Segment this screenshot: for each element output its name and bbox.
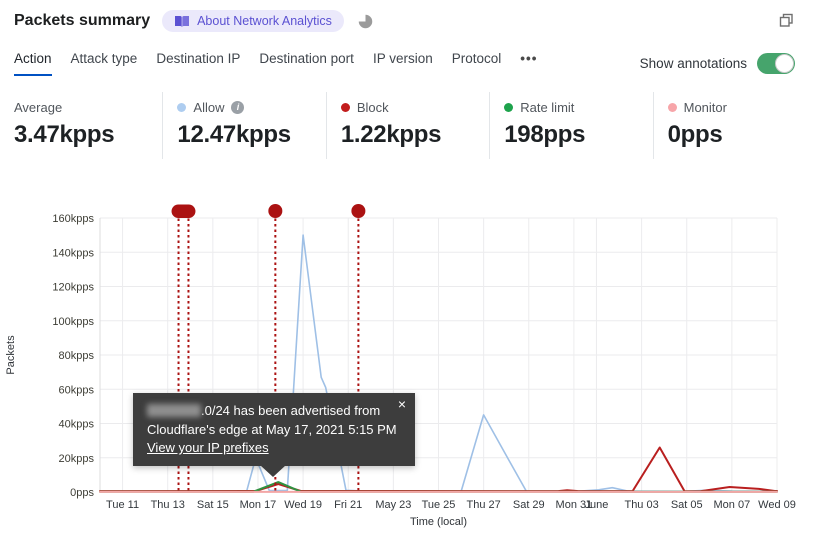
y-tick-label: 0pps [70,487,94,499]
x-tick-label: Wed 19 [284,499,322,511]
stat-value: 0pps [667,121,723,148]
stat-label: Allow [193,99,225,115]
stat-label-row: Monitor [667,98,816,116]
x-tick-label: Thu 13 [151,499,185,511]
show-annotations-toggle[interactable] [757,53,795,74]
x-tick-label: June [585,499,609,511]
tab-action[interactable]: Action [14,51,52,76]
tooltip-caret [260,464,286,477]
expand-icon[interactable] [779,13,794,28]
stats-row: Average 3.47kpps Allow i 12.47kpps Block 1.22k… [0,92,816,159]
stat-allow: Allow i 12.47kpps [162,92,325,159]
about-network-analytics-badge[interactable]: About Network Analytics [162,10,344,32]
toggle-knob [775,54,794,73]
tab-bar: Action Attack type Destination IP Destinati… [14,51,537,76]
rate-limit-legend-dot [504,102,514,112]
view-ip-prefixes-link[interactable]: View your IP prefixes [147,440,269,455]
book-icon [175,15,190,27]
stat-label-row: Average [14,98,162,116]
annotation-marker-dot[interactable] [351,204,366,218]
stat-value: 198pps [504,121,586,148]
x-tick-label: Mon 17 [240,499,277,511]
header: Packets summary About Network Analytics [14,10,373,32]
stat-label: Average [14,99,63,115]
y-tick-label: 40kpps [59,419,95,431]
tab-attack-type[interactable]: Attack type [71,51,138,74]
tab-destination-ip[interactable]: Destination IP [156,51,240,74]
x-tick-label: Fri 21 [334,499,362,511]
page-title: Packets summary [14,12,151,29]
pie-icon [358,14,373,29]
x-axis-title: Time (local) [410,516,467,528]
stat-label: Rate limit [520,99,575,115]
y-tick-label: 140kpps [52,247,94,259]
monitor-legend-dot [667,102,677,112]
stat-value: 1.22kpps [340,121,442,148]
y-tick-label: 20kpps [59,453,95,465]
x-tick-label: Sat 15 [197,499,229,511]
stat-value: 12.47kpps [177,121,291,148]
y-axis-title: Packets [5,335,17,375]
annotation-marker-pill[interactable] [171,204,196,219]
stat-label: Monitor [683,99,727,115]
x-tick-label: Mon 07 [714,499,751,511]
show-annotations-group: Show annotations [640,53,795,74]
show-annotations-label: Show annotations [639,56,747,71]
stat-label-row: Allow i [177,98,325,116]
stat-monitor: Monitor 0pps [652,92,816,159]
info-icon[interactable]: i [231,100,245,114]
x-tick-label: Thu 03 [624,499,658,511]
x-tick-label: Wed 09 [758,499,796,511]
x-tick-label: Tue 11 [106,499,139,511]
tab-protocol[interactable]: Protocol [452,51,502,74]
tooltip-line1: .0/24 has been advertised from [201,403,381,418]
stat-value: 3.47kpps [14,121,115,148]
block-legend-dot [340,102,350,112]
y-tick-label: 60kpps [59,384,95,396]
allow-legend-dot [177,102,187,112]
x-tick-label: Thu 27 [467,499,501,511]
x-tick-label: Sat 05 [671,499,703,511]
x-tick-label: Tue 25 [422,499,456,511]
annotation-tooltip: × .0/24 has been advertised from Cloudfl… [133,393,415,477]
tooltip-line2: Cloudflare's edge at May 17, 2021 5:15 P… [147,421,397,437]
redacted-ip [147,404,201,417]
stat-label-row: Rate limit [504,98,652,116]
y-tick-label: 80kpps [59,350,95,362]
y-tick-label: 160kpps [52,213,94,225]
badge-label: About Network Analytics [197,14,332,28]
chart-canvas[interactable]: 0pps 20kpps 40kpps 60kpps 80kpps 100kpps 120kp… [0,195,816,545]
y-tick-label: 120kpps [52,282,94,294]
tab-destination-port[interactable]: Destination port [259,51,354,74]
y-tick-label: 100kpps [52,316,94,328]
network-analytics-panel: Packets summary About Network Analytics … [0,0,816,545]
stat-block: Block 1.22kpps [325,92,489,159]
close-icon[interactable]: × [398,397,406,411]
stat-rate-limit: Rate limit 198pps [489,92,652,159]
tab-ip-version[interactable]: IP version [373,51,433,74]
stat-average: Average 3.47kpps [0,92,162,159]
tab-more[interactable]: ••• [520,51,537,74]
stat-label-row: Block [340,98,489,116]
packets-chart[interactable]: 0pps 20kpps 40kpps 60kpps 80kpps 100kpps 120kp… [0,195,816,545]
x-tick-label: Sat 29 [513,499,545,511]
x-tick-label: May 23 [375,499,411,511]
annotation-marker-dot[interactable] [268,204,283,218]
stat-label: Block [356,99,389,115]
